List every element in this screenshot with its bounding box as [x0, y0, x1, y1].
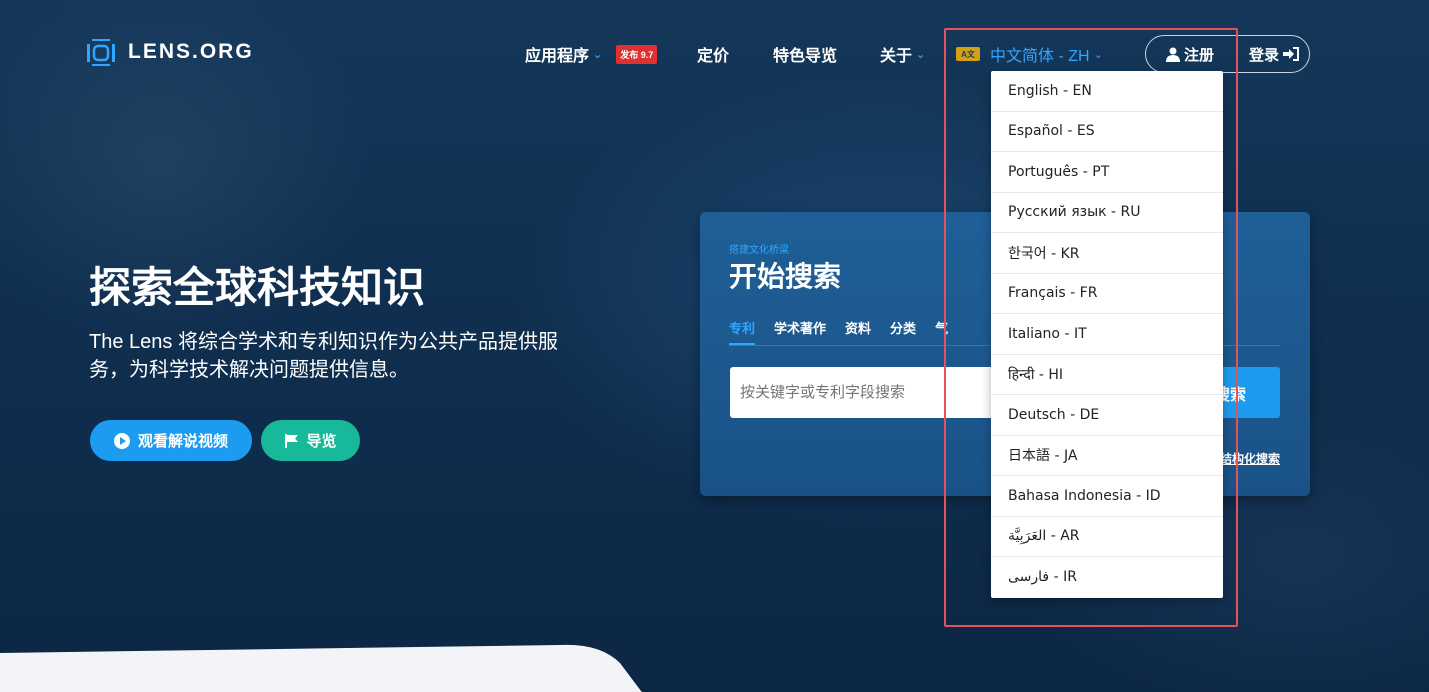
tab-more[interactable]: 气: [935, 318, 948, 345]
lens-logo[interactable]: LENS.ORG: [86, 38, 254, 66]
release-badge: 发布 9.7: [616, 44, 658, 64]
auth-button-group: 注册 登录: [1145, 35, 1310, 73]
language-option-pt[interactable]: Português - PT: [991, 152, 1223, 193]
language-option-id[interactable]: Bahasa Indonesia - ID: [991, 476, 1223, 517]
current-language: 中文简体 - ZH: [990, 48, 1090, 65]
nav-about[interactable]: 关于 ⌄: [880, 42, 925, 66]
watch-video-label: 观看解说视频: [137, 433, 228, 450]
lens-logo-icon: [87, 39, 115, 66]
search-card-title: 开始搜索: [729, 261, 842, 292]
login-label: 登录: [1248, 46, 1279, 64]
login-button[interactable]: 登录: [1249, 44, 1299, 65]
search-card-kicker: 搭建文化桥梁: [729, 245, 789, 256]
bottom-white-section: [0, 644, 642, 692]
sign-in-icon: [1283, 47, 1299, 61]
logo-text: LENS.ORG: [128, 40, 254, 63]
translate-icon: A文: [956, 47, 980, 61]
tab-resources[interactable]: 资料: [845, 318, 871, 345]
hero-subtitle: The Lens 将综合学术和专利知识作为公共产品提供服务，为科学技术解决问题提…: [89, 331, 558, 381]
language-option-hi[interactable]: हिन्दी - HI: [991, 355, 1223, 395]
language-option-de[interactable]: Deutsch - DE: [991, 395, 1223, 436]
tour-button[interactable]: 导览: [261, 420, 360, 461]
language-dropdown: English - EN Español - ES Português - PT…: [991, 71, 1223, 598]
signup-button[interactable]: 注册: [1166, 44, 1214, 65]
language-option-kr[interactable]: 한국어 - KR: [991, 233, 1223, 274]
search-input[interactable]: [730, 367, 992, 418]
hero-title: 探索全球科技知识: [89, 264, 426, 311]
play-icon: [113, 432, 130, 449]
structured-search-link[interactable]: 结构化搜索: [1220, 450, 1280, 467]
nav-tour-label: 特色导览: [773, 48, 838, 65]
chevron-down-icon: ⌄: [593, 48, 603, 61]
language-option-fr[interactable]: Français - FR: [991, 274, 1223, 314]
flag-icon: [285, 433, 299, 448]
nav-language-selector[interactable]: A文 中文简体 - ZH ⌄: [956, 42, 1103, 66]
chevron-down-icon: ⌄: [1093, 48, 1103, 61]
tab-scholarly[interactable]: 学术著作: [774, 318, 826, 345]
tab-patents[interactable]: 专利: [729, 318, 756, 345]
language-option-en[interactable]: English - EN: [991, 71, 1223, 112]
language-option-ir[interactable]: فارسی - IR: [991, 557, 1223, 598]
language-option-ar[interactable]: العَرَبِيَّة - AR: [991, 517, 1223, 557]
chevron-down-icon: ⌄: [916, 48, 926, 61]
nav-pricing-label: 定价: [697, 48, 730, 65]
nav-tour[interactable]: 特色导览: [773, 42, 837, 66]
language-option-ru[interactable]: Русский язык - RU: [991, 193, 1223, 233]
nav-apps[interactable]: 应用程序 ⌄ 发布 9.7: [525, 42, 658, 66]
language-option-es[interactable]: Español - ES: [991, 112, 1223, 152]
language-option-ja[interactable]: 日本語 - JA: [991, 436, 1223, 476]
nav-pricing[interactable]: 定价: [697, 42, 729, 66]
tab-classification[interactable]: 分类: [890, 318, 916, 345]
watch-video-button[interactable]: 观看解说视频: [90, 420, 252, 461]
user-icon: [1166, 47, 1180, 62]
signup-label: 注册: [1184, 46, 1215, 64]
tour-label: 导览: [306, 433, 337, 450]
nav-about-label: 关于: [880, 48, 913, 65]
language-option-it[interactable]: Italiano - IT: [991, 314, 1223, 355]
nav-apps-label: 应用程序: [525, 48, 590, 65]
